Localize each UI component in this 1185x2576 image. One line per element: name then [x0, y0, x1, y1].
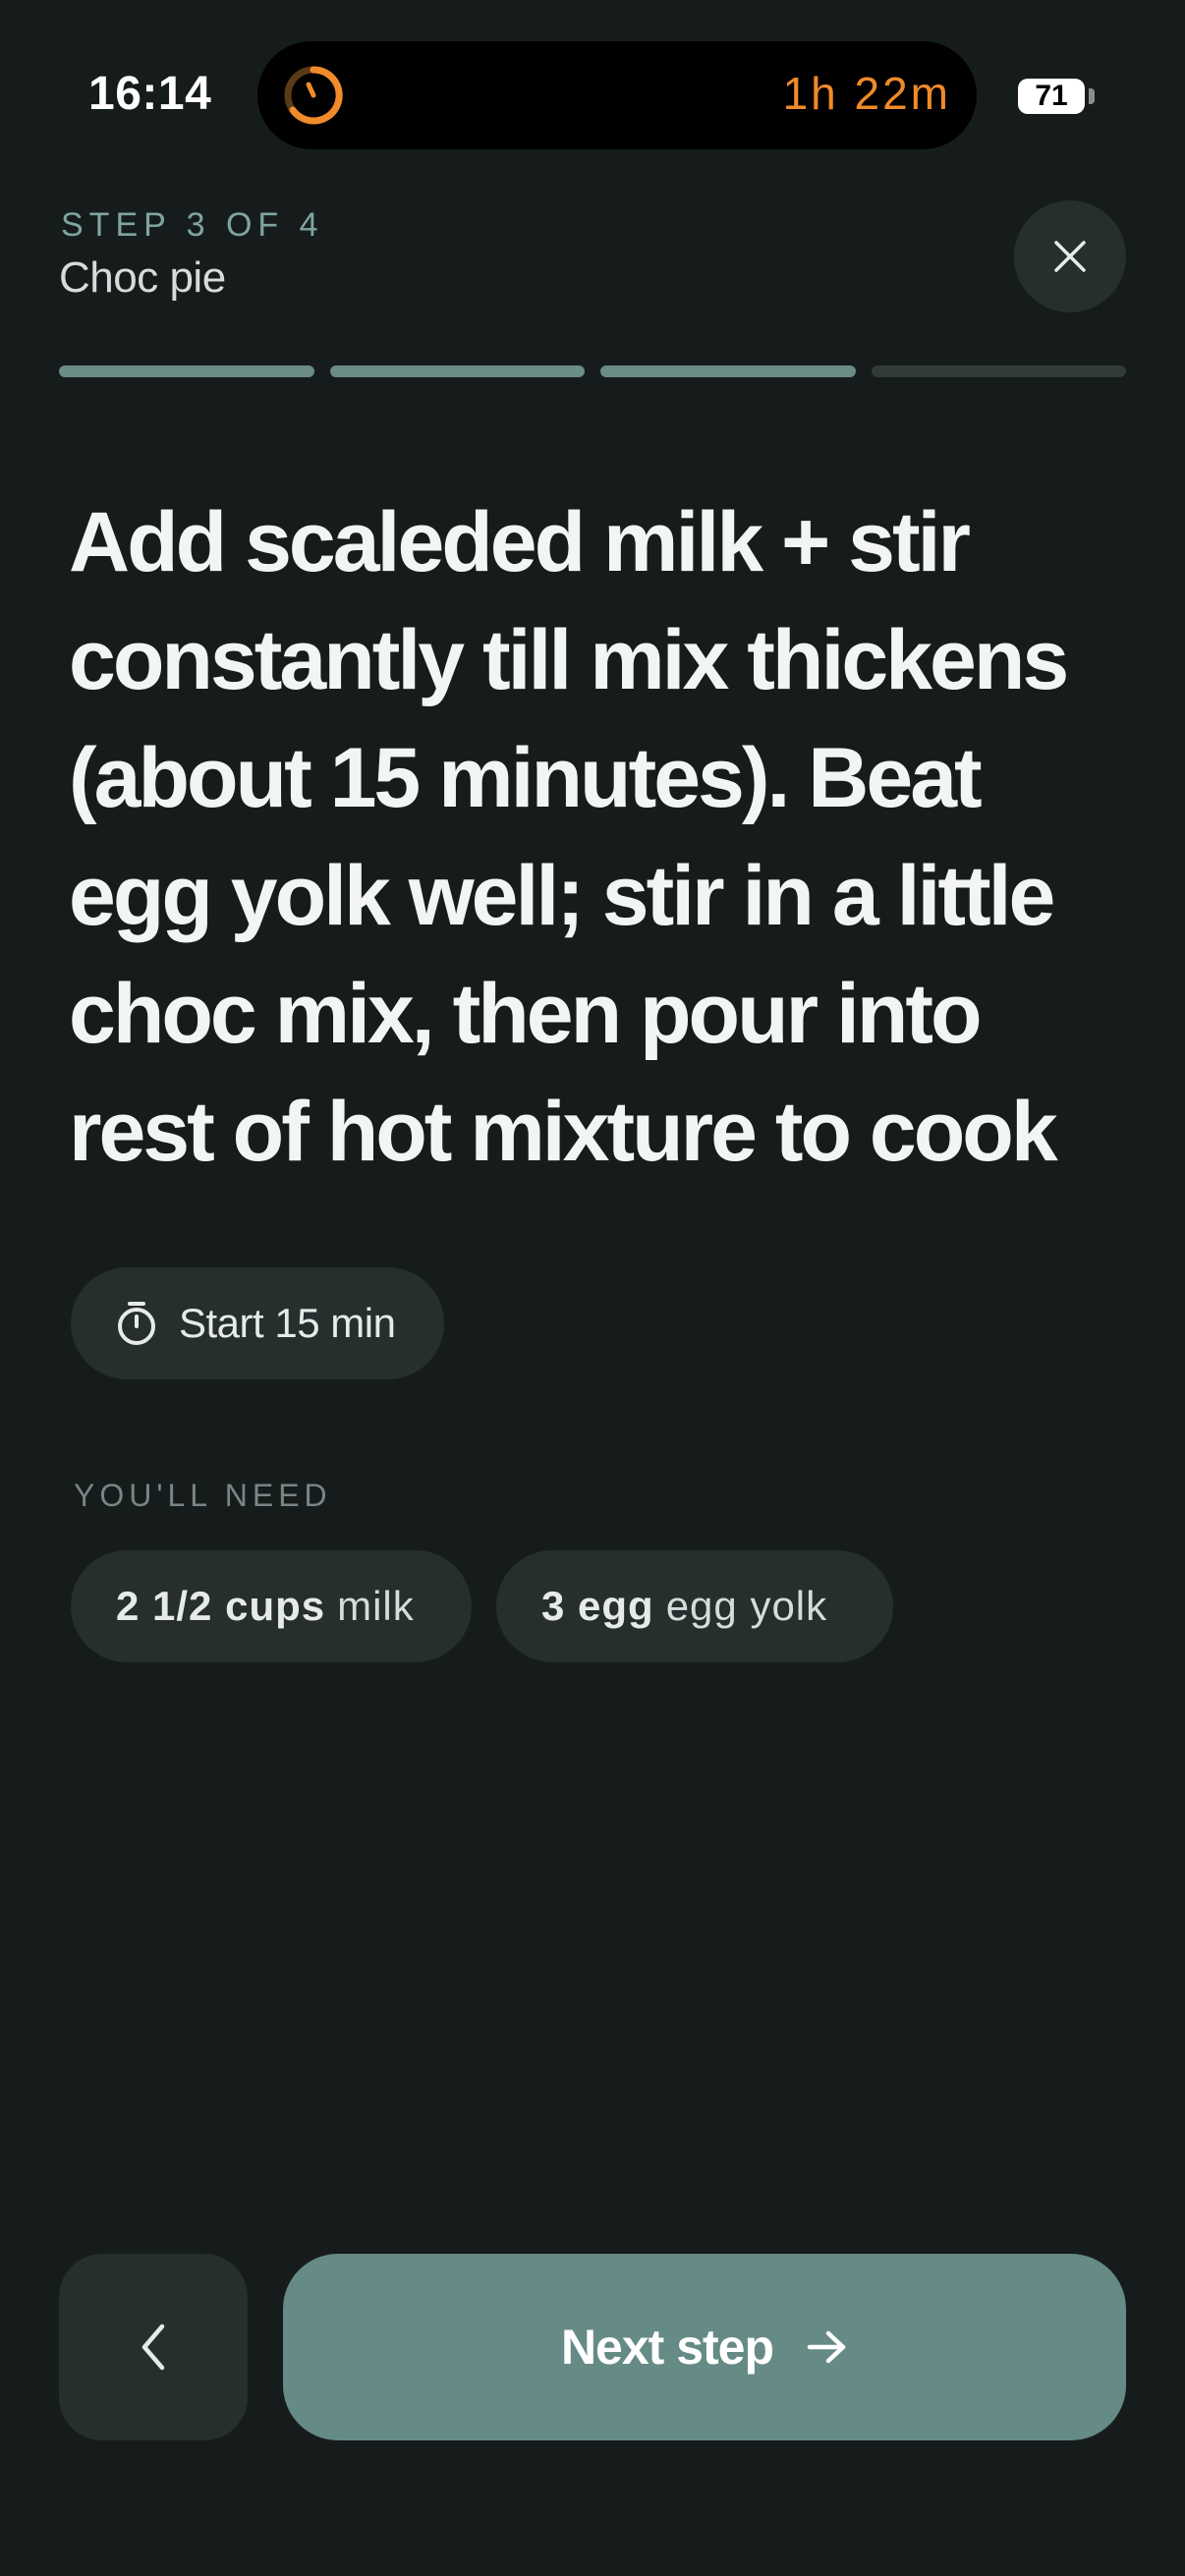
- stopwatch-icon: [118, 1302, 155, 1345]
- start-timer-label: Start 15 min: [179, 1300, 396, 1346]
- close-icon: [1054, 241, 1086, 272]
- start-timer-button[interactable]: Start 15 min: [71, 1267, 444, 1379]
- progress-segment: [871, 365, 1126, 377]
- dynamic-island[interactable]: 1h 22m: [257, 41, 977, 149]
- ingredients-heading: YOU'LL NEED: [74, 1478, 332, 1513]
- chevron-left-icon: [141, 2324, 165, 2371]
- next-step-label: Next step: [560, 2320, 774, 2375]
- battery-tip: [1089, 88, 1095, 104]
- progress-segment: [329, 365, 585, 377]
- close-button[interactable]: [1014, 200, 1126, 312]
- next-step-button[interactable]: Next step: [283, 2254, 1126, 2440]
- battery-level: 71: [1035, 80, 1068, 112]
- step-instruction: Add scaleded milk + stir constantly till…: [69, 495, 1069, 1179]
- ingredient-name: egg yolk: [665, 1583, 828, 1629]
- ingredient-chip: 2 1/2 cups milk: [71, 1550, 472, 1662]
- step-progress-bar: [59, 365, 1126, 377]
- ingredient-name: milk: [337, 1583, 415, 1629]
- arrow-right-icon: [807, 2329, 848, 2365]
- battery-indicator: 71: [1018, 79, 1085, 114]
- status-time: 16:14: [88, 68, 212, 120]
- recipe-title: Choc pie: [59, 253, 226, 302]
- step-counter: STEP 3 OF 4: [61, 206, 324, 244]
- progress-segment: [600, 365, 856, 377]
- ingredient-quantity: 2 1/2 cups: [116, 1583, 326, 1629]
- progress-segment: [59, 365, 314, 377]
- live-activity-remaining-time: 1h 22m: [782, 68, 951, 119]
- timer-ring-icon: [284, 66, 343, 125]
- cooking-step-screen: 16:14 1h 22m 71 STEP 3 OF 4 Choc pie Add…: [0, 0, 1185, 2576]
- ingredient-chip: 3 egg egg yolk: [496, 1550, 893, 1662]
- ingredient-quantity: 3 egg: [541, 1583, 654, 1629]
- previous-step-button[interactable]: [59, 2254, 248, 2440]
